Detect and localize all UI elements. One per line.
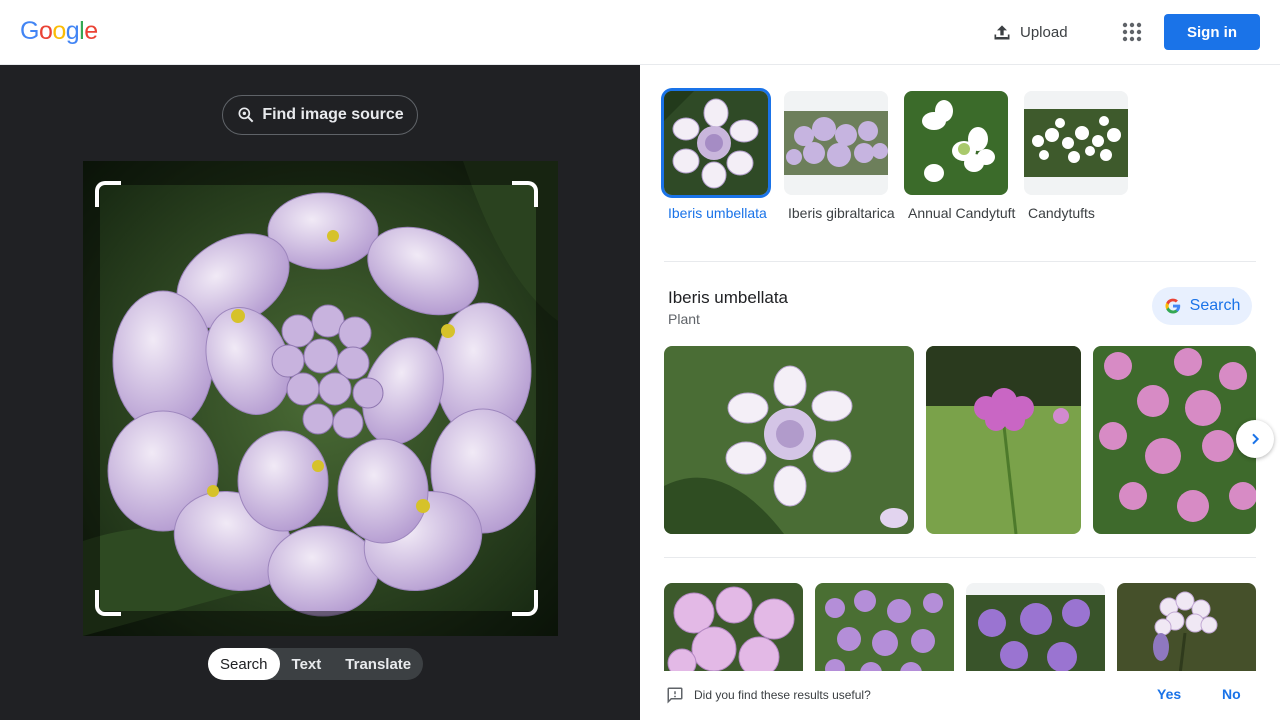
- thumbnail-image: [784, 91, 888, 195]
- crop-selection-image: [100, 185, 536, 611]
- thumbnail-candytufts[interactable]: Candytufts: [1024, 91, 1136, 223]
- result-image[interactable]: [926, 346, 1081, 534]
- thumbnail-image: [1024, 91, 1128, 195]
- logo-letter: e: [84, 17, 98, 45]
- google-logo[interactable]: Google: [20, 17, 98, 46]
- crop-handle-bottom-left[interactable]: [95, 590, 121, 616]
- upload-icon: [994, 25, 1010, 40]
- feedback-yes-button[interactable]: Yes: [1157, 686, 1181, 702]
- google-g-icon: [1165, 298, 1180, 314]
- tab-translate[interactable]: Translate: [333, 648, 423, 680]
- upload-button[interactable]: Upload: [992, 20, 1068, 44]
- logo-letter: o: [38, 17, 53, 45]
- result-image[interactable]: [664, 346, 914, 534]
- tab-search[interactable]: Search: [208, 648, 280, 680]
- crop-handle-top-left[interactable]: [95, 181, 121, 207]
- result-image[interactable]: [1117, 583, 1256, 683]
- crop-handle-top-right[interactable]: [512, 181, 538, 207]
- feedback-question: Did you find these results useful?: [694, 688, 871, 702]
- crop-handle-bottom-right[interactable]: [512, 590, 538, 616]
- next-arrow-button[interactable]: [1236, 420, 1274, 458]
- entity-title: Iberis umbellata: [668, 288, 789, 307]
- feedback-icon: [667, 687, 683, 704]
- query-image: [83, 161, 558, 636]
- upload-label: Upload: [1020, 23, 1068, 41]
- thumbnail-label: Iberis umbellata: [668, 205, 767, 221]
- thumbnail-image: [904, 91, 1008, 195]
- thumbnail-image: [664, 91, 768, 195]
- logo-letter: o: [52, 17, 66, 45]
- logo-letter: g: [65, 17, 80, 45]
- divider: [664, 557, 1256, 558]
- entity-thumbnails: Iberis umbellata Iberis gibraltarica Ann…: [664, 91, 1144, 223]
- crop-selection[interactable]: [100, 185, 536, 611]
- result-image[interactable]: [966, 583, 1105, 683]
- entity-subtitle: Plant: [668, 311, 700, 327]
- thumbnail-iberis-umbellata[interactable]: Iberis umbellata: [664, 91, 776, 223]
- thumbnail-label: Candytufts: [1028, 205, 1095, 221]
- thumbnail-annual-candytuft[interactable]: Annual Candytuft: [904, 91, 1016, 223]
- find-image-source-button[interactable]: Find image source: [222, 95, 418, 135]
- lens-image-panel: Find image source Search Text Translate: [0, 65, 640, 720]
- chevron-right-icon: [1252, 433, 1260, 445]
- thumbnail-label: Iberis gibraltarica: [788, 205, 895, 221]
- google-search-label: Search: [1189, 297, 1241, 314]
- sign-in-button[interactable]: Sign in: [1164, 14, 1260, 50]
- result-image[interactable]: [664, 583, 803, 683]
- logo-letter: G: [20, 17, 39, 45]
- google-search-button[interactable]: Search: [1152, 287, 1252, 325]
- feedback-bar: Did you find these results useful? Yes N…: [640, 671, 1280, 720]
- thumbnail-iberis-gibraltarica[interactable]: Iberis gibraltarica: [784, 91, 896, 223]
- lens-mode-tabs: Search Text Translate: [208, 648, 424, 680]
- tab-text[interactable]: Text: [280, 648, 334, 680]
- apps-grid-icon[interactable]: [1120, 20, 1144, 44]
- thumbnail-label: Annual Candytuft: [908, 205, 1016, 221]
- result-image[interactable]: [1093, 346, 1256, 534]
- results-panel: Iberis umbellata Iberis gibraltarica Ann…: [640, 65, 1280, 720]
- feedback-no-button[interactable]: No: [1222, 686, 1241, 702]
- lens-search-icon: [238, 107, 254, 123]
- top-bar: Google Upload Sign in: [0, 0, 1280, 65]
- find-image-source-label: Find image source: [262, 106, 404, 123]
- divider: [664, 261, 1256, 262]
- result-image[interactable]: [815, 583, 954, 683]
